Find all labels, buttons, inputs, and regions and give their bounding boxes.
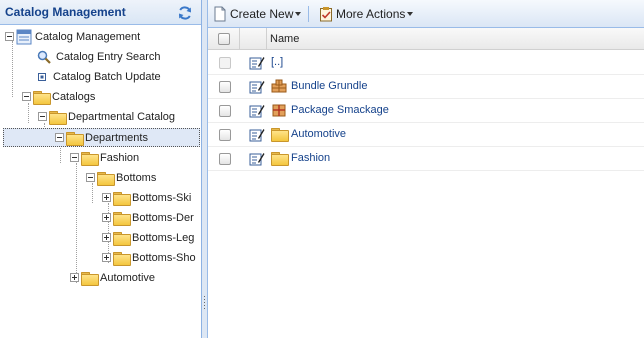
tree-node-bottoms[interactable]: Bottoms	[86, 168, 156, 187]
tree-label: Bottoms	[116, 171, 157, 184]
chevron-down-icon	[295, 12, 302, 16]
more-actions-button[interactable]: More Actions	[319, 5, 414, 23]
edit-icon[interactable]	[249, 79, 265, 95]
panel-title: Catalog Management	[5, 5, 126, 19]
splitter-grip-icon[interactable]	[203, 296, 206, 310]
tree-label: Bottoms-Sho	[132, 251, 196, 264]
tree-label: Catalog Management	[35, 30, 141, 43]
tree-label: Automotive	[100, 271, 156, 284]
expand-toggle[interactable]	[102, 233, 111, 242]
row-checkbox	[219, 57, 231, 69]
folder-icon	[113, 231, 131, 246]
tree-label: Departments	[85, 131, 148, 144]
table-row[interactable]: Package Smackage	[208, 99, 644, 123]
edit-icon[interactable]	[249, 55, 265, 71]
bundle-icon	[271, 79, 287, 93]
row-name-link[interactable]: [..]	[271, 56, 283, 68]
collapse-toggle[interactable]	[5, 32, 14, 41]
select-all-checkbox[interactable]	[217, 33, 230, 45]
tree-node-bottoms-child[interactable]: Bottoms-Der	[102, 208, 194, 227]
edit-icon[interactable]	[249, 127, 265, 143]
tree-node-bottoms-child[interactable]: Bottoms-Ski	[102, 188, 191, 207]
folder-icon	[81, 271, 99, 286]
tree-label: Bottoms-Der	[132, 211, 194, 224]
create-new-button[interactable]: Create New	[213, 5, 302, 23]
catalog-book-icon	[16, 29, 32, 44]
row-checkbox[interactable]	[219, 153, 231, 165]
table-row[interactable]: Bundle Grundle	[208, 75, 644, 99]
create-new-label: Create New	[230, 7, 294, 21]
row-checkbox[interactable]	[219, 129, 231, 141]
tree-label: Fashion	[100, 151, 140, 164]
expand-toggle[interactable]	[102, 213, 111, 222]
tree-label: Catalog Batch Update	[53, 70, 161, 83]
table-row[interactable]: [..]	[208, 51, 644, 75]
package-icon	[272, 104, 286, 117]
catalog-tree: Catalog Management Catalog Entry Search …	[0, 27, 202, 338]
table-row[interactable]: Fashion	[208, 147, 644, 171]
expand-toggle[interactable]	[102, 253, 111, 262]
folder-icon	[97, 171, 115, 186]
tree-node-bottoms-child[interactable]: Bottoms-Leg	[102, 228, 194, 247]
name-column-header[interactable]: Name	[267, 28, 644, 50]
collapse-toggle[interactable]	[86, 173, 95, 182]
new-document-icon	[214, 6, 226, 22]
collapse-toggle[interactable]	[55, 133, 64, 142]
catalog-content-panel: Create New More Actions Name [..] Bundle…	[208, 0, 644, 338]
actions-clipboard-icon	[320, 7, 332, 22]
tree-label: Bottoms-Ski	[132, 191, 192, 204]
table-row[interactable]: Automotive	[208, 123, 644, 147]
edit-icon[interactable]	[249, 151, 265, 167]
row-checkbox[interactable]	[219, 105, 231, 117]
batch-update-icon	[38, 72, 46, 81]
collapse-toggle[interactable]	[70, 153, 79, 162]
folder-icon	[271, 128, 289, 142]
toolbar-separator	[308, 6, 309, 22]
folder-icon	[66, 131, 84, 146]
toolbar: Create New More Actions	[208, 0, 644, 28]
tree-node-automotive[interactable]: Automotive	[70, 268, 155, 287]
tree-node-departmental-catalog[interactable]: Departmental Catalog	[38, 107, 175, 126]
column-header-label: Name	[270, 33, 300, 45]
row-name-link[interactable]: Bundle Grundle	[291, 80, 367, 92]
folder-icon	[113, 251, 131, 266]
folder-icon	[113, 211, 131, 226]
more-actions-label: More Actions	[336, 7, 406, 21]
tree-label: Catalogs	[52, 90, 96, 103]
grid-header: Name	[208, 28, 644, 50]
tree-node-departments[interactable]: Departments	[3, 128, 200, 147]
row-checkbox[interactable]	[219, 81, 231, 93]
catalog-navigation-panel: Catalog Management Catalog Management Ca…	[0, 0, 202, 338]
folder-icon	[81, 151, 99, 166]
tree-node-catalog-management[interactable]: Catalog Management	[5, 27, 140, 46]
collapse-toggle[interactable]	[22, 92, 31, 101]
tree-node-catalogs[interactable]: Catalogs	[22, 87, 95, 106]
tree-label: Catalog Entry Search	[56, 50, 161, 63]
row-name-link[interactable]: Automotive	[291, 128, 346, 140]
refresh-icon[interactable]	[177, 5, 193, 21]
row-name-link[interactable]: Fashion	[291, 152, 330, 164]
tree-node-catalog-entry-search[interactable]: Catalog Entry Search	[37, 47, 161, 66]
edit-icon[interactable]	[249, 103, 265, 119]
folder-icon	[49, 110, 67, 125]
folder-icon	[271, 152, 289, 166]
search-icon	[37, 50, 51, 64]
panel-header: Catalog Management	[0, 0, 201, 25]
row-name-link[interactable]: Package Smackage	[291, 104, 389, 116]
select-all-column	[208, 28, 240, 50]
tree-node-bottoms-child[interactable]: Bottoms-Sho	[102, 248, 196, 267]
folder-icon	[113, 191, 131, 206]
expand-toggle[interactable]	[70, 273, 79, 282]
tree-label: Bottoms-Leg	[132, 231, 195, 244]
collapse-toggle[interactable]	[38, 112, 47, 121]
tree-label: Departmental Catalog	[68, 110, 176, 123]
chevron-down-icon	[407, 12, 414, 16]
expand-toggle[interactable]	[102, 193, 111, 202]
tree-node-catalog-batch-update[interactable]: Catalog Batch Update	[37, 67, 161, 86]
tree-node-fashion[interactable]: Fashion	[70, 148, 139, 167]
icon-column-header	[240, 28, 267, 50]
folder-icon	[33, 90, 51, 105]
